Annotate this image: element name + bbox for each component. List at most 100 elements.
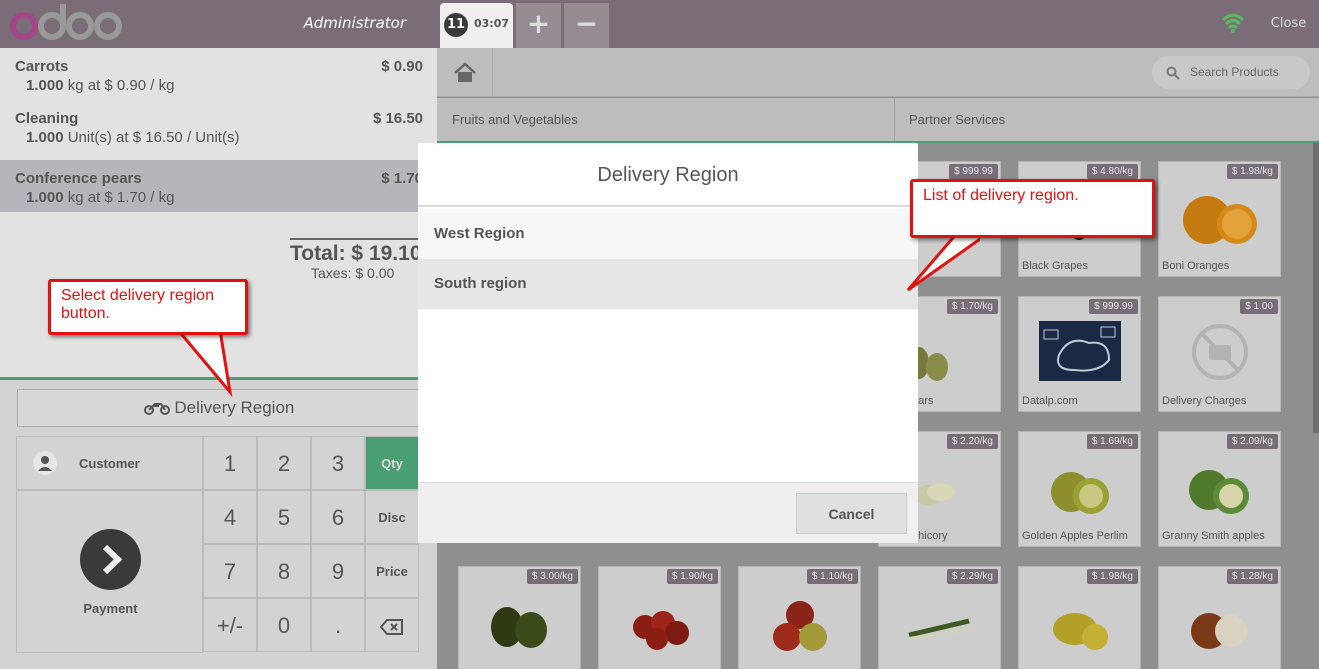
product-name: Delivery Charges [1162,395,1247,407]
wifi-icon [1221,13,1245,33]
product-card[interactable]: $ 1.98/kg [1018,566,1141,669]
delivery-region-label: Delivery Region [174,398,295,417]
product-image [773,601,827,651]
product-card[interactable]: $ 3.00/kg [458,566,581,669]
numpad-key-8[interactable]: 8 [257,544,311,598]
mode-price-button[interactable]: Price [365,544,419,598]
product-card[interactable]: $ 2.29/kg [878,566,1001,669]
order-tab[interactable]: 11 03:07 [440,3,513,48]
product-name: Datalp.com [1022,395,1078,407]
odoo-logo [10,4,122,40]
user-name: Administrator [303,14,406,32]
callout-button-note: Select delivery region button. [48,279,248,335]
product-image [1039,321,1121,381]
cancel-button[interactable]: Cancel [796,493,907,534]
product-price: $ 1.28/kg [1226,569,1278,584]
numpad-key-6[interactable]: 6 [311,490,365,544]
category-partner-services[interactable]: Partner Services [894,98,1319,141]
line-price: $ 16.50 [372,110,423,127]
product-image [633,611,689,650]
search-input[interactable]: Search Products [1152,56,1310,89]
numpad-key-dot[interactable]: . [311,598,365,652]
product-image [491,607,547,648]
numpad-key-plusminus[interactable]: +/- [203,598,257,652]
numpad-key-5[interactable]: 5 [257,490,311,544]
search-icon [1166,66,1180,80]
product-price: $ 4.80/kg [1086,164,1138,179]
mode-qty-button[interactable]: Qty [365,436,419,490]
product-header: Search Products [437,48,1319,97]
order-line[interactable]: Cleaning $ 16.50 1.000 Unit(s) at $ 16.5… [0,100,437,152]
line-detail: 1.000 kg at $ 0.90 / kg [15,77,422,94]
top-bar: Administrator 11 03:07 + − Close [0,0,1319,48]
modal-title: Delivery Region [418,143,918,207]
product-name: Golden Apples Perlim [1022,530,1128,542]
line-qty: 1.000 [26,129,64,146]
product-price: $ 999.99 [1089,299,1138,314]
numpad-key-7[interactable]: 7 [203,544,257,598]
user-icon [33,451,57,475]
line-detail: 1.000 Unit(s) at $ 16.50 / Unit(s) [15,129,422,146]
add-order-button[interactable]: + [516,3,561,48]
product-image [908,618,972,641]
callout-list-note: List of delivery region. [910,179,1155,238]
order-number: 11 [444,13,468,37]
line-unit-info: Unit(s) at $ 16.50 / Unit(s) [67,129,240,146]
product-image [1191,613,1247,649]
product-card[interactable]: $ 999.99 Datalp.com [1018,296,1141,412]
keypad: Customer Payment 1 2 3 Qty 4 5 6 Disc 7 … [16,436,421,653]
line-unit-info: kg at $ 1.70 / kg [67,189,175,206]
product-name: Granny Smith apples [1162,530,1265,542]
numpad-key-0[interactable]: 0 [257,598,311,652]
line-qty: 1.000 [26,77,64,94]
callout-text: List of delivery region. [923,187,1079,204]
region-item-south[interactable]: South region [418,259,918,309]
close-button[interactable]: Close [1258,0,1319,48]
product-price: $ 1.98/kg [1226,164,1278,179]
delivery-region-modal: Delivery Region West Region South region… [418,143,918,543]
payment-label: Payment [83,601,138,616]
payment-button[interactable]: Payment [16,490,203,653]
category-fruits-vegetables[interactable]: Fruits and Vegetables [437,98,894,141]
backspace-icon [379,619,403,636]
product-card[interactable]: $ 2.09/kg Granny Smith apples [1158,431,1281,547]
product-price: $ 1.98/kg [1086,569,1138,584]
product-card[interactable]: $ 1.28/kg [1158,566,1281,669]
product-name: Black Grapes [1022,260,1089,272]
callout-pointer [176,329,233,398]
callout-text: Select delivery region button. [61,287,214,322]
region-list: West Region South region [418,209,918,309]
line-product-name: Cleaning [15,110,79,127]
order-line[interactable]: Carrots $ 0.90 1.000 kg at $ 0.90 / kg [0,48,437,100]
product-card[interactable]: $ 1.98/kg Boni Oranges [1158,161,1281,277]
home-button[interactable] [437,48,493,97]
product-price: $ 1.90/kg [666,569,718,584]
search-placeholder: Search Products [1190,65,1279,79]
backspace-key[interactable] [365,598,419,652]
numpad-key-2[interactable]: 2 [257,436,311,490]
product-price: $ 3.00/kg [526,569,578,584]
product-price: $ 1.69/kg [1086,434,1138,449]
product-card[interactable]: $ 1.00 Delivery Charges [1158,296,1281,412]
product-card[interactable]: $ 1.69/kg Golden Apples Perlim [1018,431,1141,547]
product-image [1189,470,1249,514]
order-line-selected[interactable]: Conference pears $ 1.70 1.000 kg at $ 1.… [0,160,437,212]
numpad-key-9[interactable]: 9 [311,544,365,598]
remove-order-button[interactable]: − [564,3,609,48]
product-card[interactable]: $ 1.10/kg [738,566,861,669]
numpad-key-4[interactable]: 4 [203,490,257,544]
product-price: $ 2.20/kg [946,434,998,449]
line-price: $ 1.70 [381,170,423,187]
numpad-key-3[interactable]: 3 [311,436,365,490]
scrollbar[interactable] [1313,143,1319,433]
no-image-icon [1192,324,1248,380]
numpad-key-1[interactable]: 1 [203,436,257,490]
customer-button[interactable]: Customer [16,436,203,490]
line-unit-info: kg at $ 0.90 / kg [67,77,175,94]
region-item-west[interactable]: West Region [418,209,918,259]
motorcycle-icon [143,403,170,415]
product-card[interactable]: $ 1.90/kg [598,566,721,669]
mode-disc-button[interactable]: Disc [365,490,419,544]
line-qty: 1.000 [26,189,64,206]
product-image [1053,613,1108,650]
